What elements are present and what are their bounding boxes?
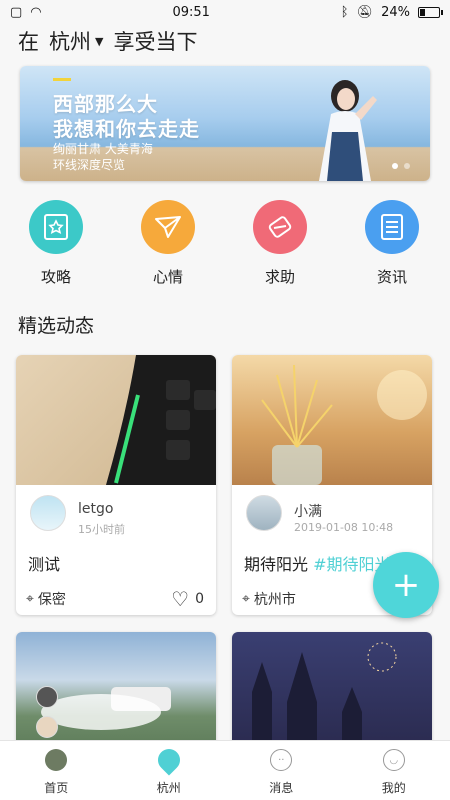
quick-mood[interactable]: 心情 — [128, 200, 208, 287]
carousel-indicator — [392, 163, 410, 169]
banner-subtitle-2: 环线深度尽览 — [53, 158, 126, 172]
banner-person-image — [319, 80, 377, 181]
quick-help[interactable]: 求助 — [240, 200, 320, 287]
location-prefix: 在 — [18, 30, 39, 54]
post-image — [232, 355, 432, 485]
tab-messages[interactable]: ·· 消息 — [225, 741, 338, 800]
post-location: ⌖ 杭州市 — [242, 589, 296, 609]
post-image — [232, 632, 432, 752]
quick-label: 资讯 — [376, 268, 407, 286]
tab-profile[interactable]: ◡ 我的 — [338, 741, 450, 800]
post-card[interactable] — [16, 632, 216, 752]
quick-label: 求助 — [264, 268, 295, 286]
heart-icon: ♡ — [171, 587, 190, 611]
bottom-tab-bar: 首页 杭州 ·· 消息 ◡ 我的 — [0, 740, 450, 800]
post-time: 2019-01-08 10:48 — [294, 521, 394, 534]
clock: 09:51 — [172, 4, 210, 20]
location-pin-icon: ⌖ — [242, 591, 250, 607]
home-avatar-icon — [45, 749, 68, 771]
avatar[interactable] — [246, 495, 282, 531]
avatar[interactable] — [36, 686, 58, 708]
wifi-icon: ◠ — [30, 4, 42, 20]
like-button[interactable]: ♡ 0 — [171, 587, 204, 611]
quick-guide[interactable]: 攻略 — [16, 200, 96, 287]
mute-icon: 🔕︎ — [356, 4, 374, 20]
quick-label: 心情 — [152, 268, 183, 286]
header: 在 杭州 ▼ 享受当下 — [18, 26, 197, 56]
avatar[interactable] — [36, 716, 58, 738]
carousel-dot[interactable] — [392, 163, 398, 169]
location-label: 杭州市 — [253, 592, 296, 608]
like-count: 0 — [195, 591, 204, 607]
post-text: 测试 — [28, 555, 61, 574]
banner-subtitle-1: 绚丽甘肃 大美青海 — [53, 142, 153, 156]
avatar[interactable] — [30, 495, 66, 531]
post-location: ⌖ 保密 — [26, 589, 66, 609]
section-title: 精选动态 — [18, 315, 95, 337]
post-time: 15小时前 — [78, 523, 125, 536]
caret-down-icon[interactable]: ▼ — [95, 35, 103, 48]
sim-icon: ▢ — [10, 4, 23, 20]
location-pin-icon — [153, 744, 185, 776]
add-post-button[interactable]: + — [373, 552, 439, 618]
post-card[interactable]: letgo 15小时前 测试 ⌖ 保密 ♡ 0 — [16, 355, 216, 615]
message-icon: ·· — [270, 749, 293, 771]
post-username[interactable]: letgo — [78, 501, 113, 517]
bluetooth-icon: ᛒ — [340, 4, 349, 20]
profile-icon: ◡ — [382, 749, 405, 771]
promo-banner[interactable]: 西部那么大 我想和你去走走 绚丽甘肃 大美青海 环线深度尽览 — [20, 66, 430, 181]
post-text-body: 期待阳光 — [244, 555, 314, 574]
status-bar: ▢ ◠ 09:51 ᛒ 🔕︎ 24% — [0, 0, 450, 24]
news-icon — [365, 200, 419, 254]
tab-label: 我的 — [381, 781, 406, 795]
quick-actions: 攻略 心情 求助 资讯 — [0, 200, 450, 290]
handshake-icon — [253, 200, 307, 254]
location-pin-icon: ⌖ — [26, 591, 34, 607]
post-card[interactable] — [232, 632, 432, 752]
battery-icon — [418, 6, 443, 18]
tab-label: 杭州 — [156, 781, 181, 795]
tab-home[interactable]: 首页 — [0, 741, 113, 800]
battery-text: 24% — [381, 4, 410, 20]
city-selector[interactable]: 杭州 — [49, 26, 91, 56]
accent-bar — [53, 78, 71, 81]
tab-label: 首页 — [44, 781, 69, 795]
plus-icon: + — [391, 565, 421, 605]
tab-city[interactable]: 杭州 — [113, 741, 226, 800]
guide-icon — [29, 200, 83, 254]
post-image — [16, 355, 216, 485]
tab-label: 消息 — [269, 781, 294, 795]
slogan: 享受当下 — [113, 30, 198, 54]
banner-title-2: 我想和你去走走 — [53, 117, 200, 141]
paper-plane-icon — [141, 200, 195, 254]
quick-label: 攻略 — [40, 268, 71, 286]
post-username[interactable]: 小满 — [294, 501, 322, 521]
location-label: 保密 — [37, 592, 66, 608]
post-text: 期待阳光 #期待阳光 — [244, 551, 391, 575]
carousel-dot[interactable] — [404, 163, 410, 169]
quick-news[interactable]: 资讯 — [352, 200, 432, 287]
